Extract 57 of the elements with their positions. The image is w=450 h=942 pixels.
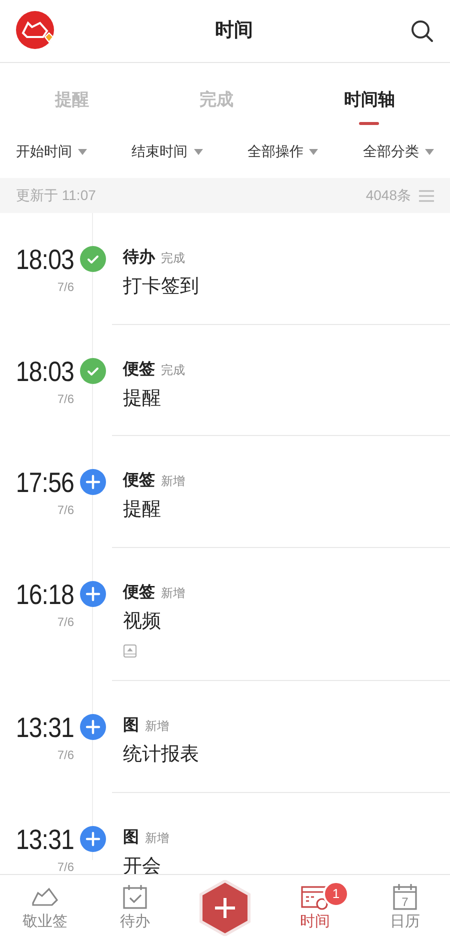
- entry-date: 7/6: [56, 858, 74, 874]
- updated-time: 更新于 11:07: [16, 186, 96, 205]
- entry-category: 便签: [123, 360, 155, 378]
- entry-time: 18:03: [14, 246, 74, 274]
- entry-time: 13:31: [14, 714, 74, 742]
- caret-icon: [78, 148, 87, 154]
- entry-action: 新增: [161, 474, 185, 488]
- add-button[interactable]: [199, 880, 251, 936]
- nav-tab[interactable]: 7 日历: [360, 882, 450, 934]
- filter-dropdown[interactable]: 结束时间: [132, 141, 203, 162]
- entry-action: 完成: [161, 362, 185, 376]
- plus-icon: [80, 469, 106, 495]
- record-count: 4048条: [366, 186, 411, 205]
- entry-time: 16:18: [14, 580, 74, 608]
- plus-icon: [80, 714, 106, 740]
- entry-date: 7/6: [56, 614, 74, 630]
- entry-title[interactable]: 提醒: [123, 384, 450, 413]
- caret-icon: [424, 148, 434, 154]
- entry-title[interactable]: 统计报表: [123, 741, 450, 770]
- entry-time: 17:56: [14, 469, 74, 497]
- filter-dropdown[interactable]: 开始时间: [16, 141, 87, 162]
- entry-date: 7/6: [56, 747, 74, 764]
- entry-category: 便签: [123, 584, 155, 600]
- check-icon: [80, 358, 106, 384]
- plus-icon: [80, 580, 106, 606]
- entry-time: 13:31: [14, 826, 74, 854]
- entry-category: 图: [123, 717, 139, 734]
- entry-action: 新增: [145, 830, 169, 844]
- entry-date: 7/6: [56, 390, 74, 408]
- filter-dropdown[interactable]: 全部分类: [362, 141, 434, 162]
- nav-tab[interactable]: 待办: [90, 882, 180, 934]
- filter-dropdown[interactable]: 全部操作: [247, 141, 318, 162]
- search-icon[interactable]: [410, 19, 434, 43]
- entry-category: 便签: [123, 472, 155, 489]
- entry-action: 完成: [161, 251, 185, 265]
- calendar-icon: 7: [390, 882, 420, 911]
- plus-icon: [80, 826, 106, 852]
- check-icon: [80, 246, 106, 272]
- checklist-icon: [120, 882, 150, 911]
- entry-date: 7/6: [56, 502, 74, 519]
- nav-tab[interactable]: 敬业签: [0, 882, 90, 934]
- entry-title[interactable]: 打卡签到: [123, 273, 450, 302]
- entry-title[interactable]: 视频: [123, 608, 450, 636]
- caret-icon: [309, 148, 318, 154]
- caret-icon: [194, 148, 203, 154]
- entry-category: 待办: [123, 249, 155, 266]
- nav-tab[interactable]: 时间 1: [270, 882, 360, 934]
- entry-title[interactable]: 开会: [123, 852, 450, 874]
- tab[interactable]: 时间轴: [344, 85, 395, 125]
- page-title: 时间: [215, 18, 253, 43]
- entry-category: 图: [123, 828, 139, 846]
- entry-title[interactable]: 提醒: [123, 496, 450, 524]
- entry-time: 18:03: [14, 358, 74, 386]
- entry-date: 7/6: [56, 279, 74, 296]
- notification-badge: 1: [323, 880, 349, 907]
- entry-action: 新增: [161, 586, 185, 600]
- entry-action: 新增: [145, 719, 169, 733]
